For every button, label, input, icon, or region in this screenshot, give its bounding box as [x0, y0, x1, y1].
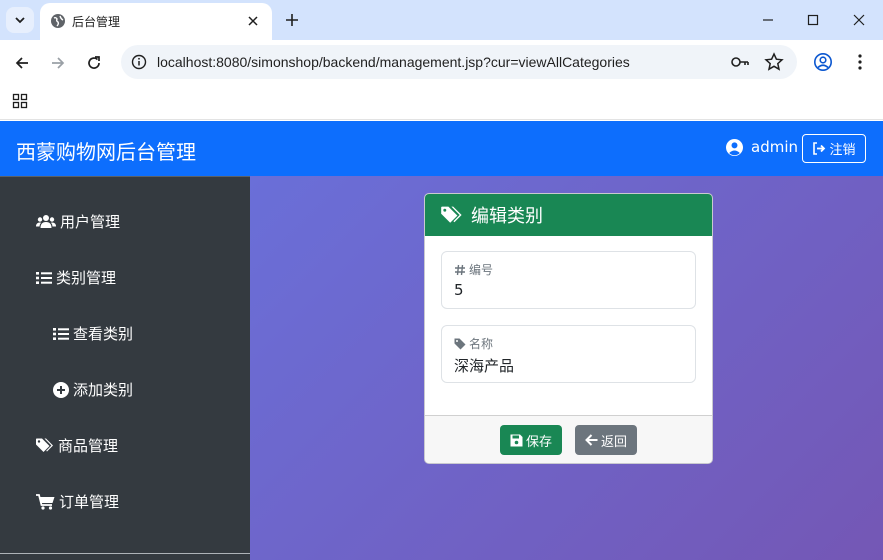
- field-label: 编号: [454, 261, 493, 278]
- arrow-left-icon: [15, 57, 28, 69]
- field-label: 名称: [454, 335, 493, 352]
- minimize-button[interactable]: [753, 6, 783, 34]
- plus-icon: [286, 14, 298, 26]
- new-tab-button[interactable]: [282, 10, 302, 30]
- sidebar-item-orders[interactable]: 订单管理: [36, 491, 119, 512]
- sidebar-item-label: 类别管理: [56, 269, 117, 287]
- save-button[interactable]: 保存: [500, 425, 562, 455]
- username: admin: [751, 138, 798, 156]
- globe-icon: [51, 14, 65, 28]
- back-nav-button[interactable]: [9, 50, 35, 76]
- hash-icon: [455, 264, 465, 275]
- reload-icon: [88, 56, 100, 69]
- tab-search-button[interactable]: [6, 7, 34, 33]
- sidebar-item-label: 查看类别: [73, 325, 134, 343]
- window-close-button[interactable]: [844, 6, 874, 34]
- card-header: 编辑类别: [425, 194, 712, 236]
- browser-tab-bar: 后台管理: [0, 0, 883, 40]
- list-icon: [53, 327, 69, 340]
- close-icon: [853, 14, 865, 26]
- minimize-icon: [763, 19, 773, 21]
- profile-icon[interactable]: [813, 52, 833, 72]
- sidebar-item-label: 用户管理: [60, 213, 121, 231]
- sidebar-item-products[interactable]: 商品管理: [36, 435, 118, 456]
- forward-nav-button[interactable]: [45, 50, 71, 76]
- chevron-down-icon: [15, 17, 25, 24]
- url-text[interactable]: localhost:8080/simonshop/backend/managem…: [157, 54, 630, 70]
- bookmark-star-icon[interactable]: [764, 52, 784, 72]
- sidebar-item-users[interactable]: 用户管理: [36, 211, 120, 232]
- sidebar-item-label: 订单管理: [59, 493, 120, 511]
- back-button[interactable]: 返回: [575, 425, 637, 455]
- arrow-left-icon: [585, 434, 598, 446]
- logout-label: 注销: [829, 143, 856, 158]
- save-icon: [510, 434, 523, 446]
- category-name-field[interactable]: 名称 深海产品: [441, 325, 696, 383]
- sidebar-item-add-category[interactable]: 添加类别: [53, 379, 133, 400]
- top-navbar: 西蒙购物网后台管理 admin 注销: [0, 121, 883, 176]
- maximize-icon: [807, 14, 819, 26]
- address-bar[interactable]: localhost:8080/simonshop/backend/managem…: [121, 45, 797, 79]
- tab-close-button[interactable]: [244, 12, 262, 30]
- browser-tab[interactable]: 后台管理: [40, 3, 272, 40]
- current-user: admin: [726, 138, 798, 156]
- user-circle-icon: [726, 138, 743, 156]
- tags-icon: [441, 206, 462, 223]
- tag-icon: [454, 338, 466, 349]
- category-name-value[interactable]: 深海产品: [454, 355, 514, 376]
- brand-title[interactable]: 西蒙购物网后台管理: [16, 136, 196, 165]
- plus-circle-icon: [53, 381, 69, 398]
- browser-menu-button[interactable]: [850, 52, 870, 72]
- card-footer: 保存 返回: [425, 415, 712, 463]
- close-icon: [248, 16, 258, 26]
- category-id-field[interactable]: 编号 5: [441, 251, 696, 309]
- more-vertical-icon: [858, 54, 862, 70]
- cart-icon: [36, 493, 55, 510]
- arrow-right-icon: [52, 57, 65, 69]
- users-icon: [36, 215, 56, 228]
- tags-icon: [36, 438, 53, 452]
- sidebar-item-label: 添加类别: [73, 381, 134, 399]
- maximize-button[interactable]: [798, 6, 828, 34]
- sidebar-divider: [0, 553, 250, 554]
- logout-button[interactable]: 注销: [802, 134, 866, 163]
- list-icon: [36, 271, 52, 284]
- category-id-value[interactable]: 5: [454, 281, 464, 299]
- main-content: 编辑类别 编号 5 名称 深海产品 保存 返回: [250, 176, 883, 560]
- browser-toolbar: localhost:8080/simonshop/backend/managem…: [0, 40, 883, 86]
- sidebar-item-view-categories[interactable]: 查看类别: [53, 323, 133, 344]
- reload-button[interactable]: [81, 50, 107, 76]
- apps-grid-icon[interactable]: [12, 93, 28, 109]
- info-icon[interactable]: [131, 54, 147, 70]
- sidebar: 用户管理 类别管理 查看类别 添加类别 商品管理 订单管理: [0, 176, 250, 560]
- tab-title: 后台管理: [72, 15, 121, 29]
- edit-category-card: 编辑类别 编号 5 名称 深海产品 保存 返回: [424, 193, 713, 464]
- card-title: 编辑类别: [471, 206, 543, 227]
- sign-out-icon: [813, 142, 826, 155]
- bookmarks-bar: [0, 86, 883, 120]
- sidebar-item-label: 商品管理: [58, 437, 119, 455]
- sidebar-item-categories[interactable]: 类别管理: [36, 267, 116, 288]
- key-icon[interactable]: [730, 53, 750, 71]
